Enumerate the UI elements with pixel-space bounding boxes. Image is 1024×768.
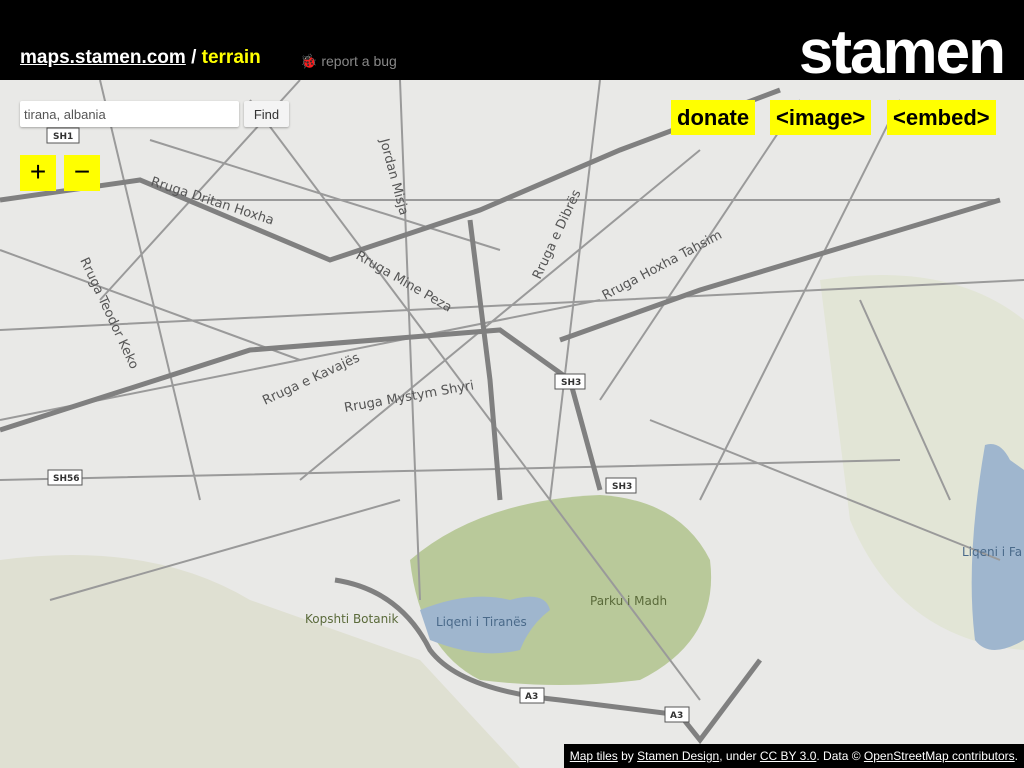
map-tiles-link[interactable]: Map tiles: [570, 749, 618, 763]
attribution-text: . Data ©: [816, 749, 864, 763]
find-button[interactable]: Find: [244, 101, 289, 127]
site-title: maps.stamen.com / terrain: [20, 47, 261, 69]
report-bug-link[interactable]: 🐞 report a bug: [300, 53, 397, 70]
route-shield: SH3: [605, 477, 637, 494]
stamen-logo[interactable]: stamen: [799, 22, 1006, 84]
site-link[interactable]: maps.stamen.com: [20, 47, 186, 68]
route-shield: SH56: [47, 469, 83, 486]
route-shield: SH3: [554, 373, 586, 390]
header: maps.stamen.com / terrain 🐞 report a bug…: [0, 0, 1024, 84]
place-label: Liqeni i Tiranës: [436, 615, 527, 629]
donate-button[interactable]: donate: [671, 100, 756, 135]
bug-icon: 🐞: [300, 53, 318, 69]
embed-button[interactable]: <embed>: [887, 100, 996, 135]
zoom-in-button[interactable]: +: [20, 155, 56, 191]
svg-text:SH3: SH3: [612, 482, 632, 492]
svg-text:SH56: SH56: [53, 474, 80, 484]
svg-text:SH3: SH3: [561, 378, 581, 388]
route-shield: A3: [664, 706, 690, 723]
route-shield: SH1: [46, 127, 80, 144]
osm-link[interactable]: OpenStreetMap contributors: [864, 749, 1015, 763]
svg-text:A3: A3: [525, 692, 538, 702]
place-label: Parku i Madh: [590, 594, 667, 608]
attribution: Map tiles by Stamen Design, under CC BY …: [563, 744, 1024, 768]
zoom-out-button[interactable]: −: [64, 155, 100, 191]
attribution-text: .: [1014, 749, 1018, 763]
license-link[interactable]: CC BY 3.0: [760, 749, 816, 763]
search-form: Find: [20, 101, 289, 127]
stamen-design-link[interactable]: Stamen Design: [637, 749, 719, 763]
svg-text:SH1: SH1: [53, 132, 73, 142]
attribution-text: by: [617, 749, 638, 763]
search-input[interactable]: [20, 101, 239, 127]
route-shield: A3: [519, 687, 545, 704]
layer-name: terrain: [201, 47, 261, 68]
place-label: Kopshti Botanik: [305, 612, 399, 626]
map-canvas[interactable]: Rruga Dritan Hoxha Jordan Misja Rruga e …: [0, 80, 1024, 768]
attribution-text: , under: [719, 749, 760, 763]
title-separator: /: [191, 47, 197, 68]
image-button[interactable]: <image>: [770, 100, 872, 135]
place-label: Liqeni i Fa: [962, 545, 1022, 559]
svg-text:A3: A3: [670, 711, 683, 721]
report-bug-label: report a bug: [321, 53, 397, 69]
